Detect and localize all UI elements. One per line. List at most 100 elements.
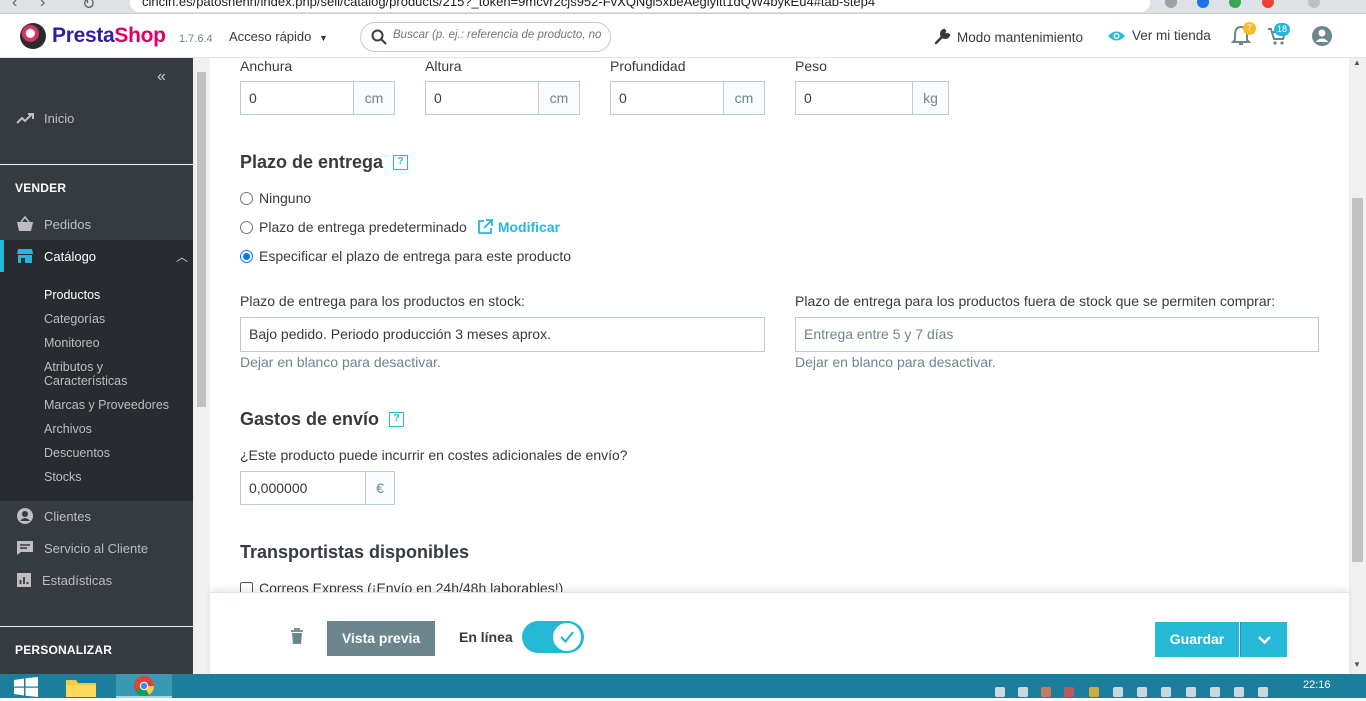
chevron-up-icon: ︿ xyxy=(176,249,189,264)
tray-icon[interactable] xyxy=(1018,687,1028,697)
delivery-option-default[interactable]: Plazo de entrega predeterminado Modifica… xyxy=(240,219,560,235)
submenu-features[interactable]: Características xyxy=(44,374,127,388)
additional-shipping-field[interactable]: 0,000000 € xyxy=(240,471,395,505)
save-options-dropdown[interactable] xyxy=(1240,622,1287,657)
sidebar-scroll-thumb[interactable] xyxy=(197,72,206,407)
modify-link[interactable]: Modificar xyxy=(477,219,560,235)
address-bar[interactable]: cincin.es/patoshenn/index.php/sell/catal… xyxy=(130,0,1150,12)
radio-default[interactable] xyxy=(240,220,253,234)
online-toggle[interactable] xyxy=(522,621,584,653)
windows-start-icon[interactable] xyxy=(13,676,39,698)
forward-icon[interactable]: › xyxy=(40,0,45,12)
tray-icon[interactable] xyxy=(1161,687,1171,697)
scroll-up-arrow-icon[interactable]: ▲ xyxy=(1353,58,1361,67)
taskbar-clock[interactable]: 22:16 xyxy=(1303,679,1331,691)
height-field[interactable]: 0 cm xyxy=(425,81,580,115)
product-shipping-tab: Anchura 0 cm Altura 0 cm Profundidad 0 c… xyxy=(210,58,1350,592)
extension-icon[interactable] xyxy=(1229,0,1241,8)
delivery-option-none[interactable]: Ninguno xyxy=(240,190,311,206)
width-field[interactable]: 0 cm xyxy=(240,81,395,115)
view-store-link[interactable]: Ver mi tienda xyxy=(1107,28,1211,43)
preview-button[interactable]: Vista previa xyxy=(327,621,435,656)
tray-icon[interactable] xyxy=(1210,687,1220,697)
submenu-files[interactable]: Archivos xyxy=(44,422,92,436)
collapse-menu-icon[interactable]: « xyxy=(157,68,166,86)
search-box[interactable] xyxy=(360,22,611,52)
out-of-stock-delivery-input[interactable]: Entrega entre 5 y 7 días xyxy=(795,317,1319,352)
help-icon[interactable]: ? xyxy=(393,155,409,170)
depth-label: Profundidad xyxy=(610,58,686,74)
submenu-products[interactable]: Productos xyxy=(44,288,100,302)
shipping-fees-heading: Gastos de envío ? xyxy=(240,409,405,430)
submenu-attributes[interactable]: Atributos y xyxy=(44,360,103,374)
tray-icon[interactable] xyxy=(1258,687,1268,697)
in-stock-hint: Dejar en blanco para desactivar. xyxy=(240,354,441,370)
tray-icon[interactable] xyxy=(1234,687,1244,697)
help-icon[interactable]: ? xyxy=(389,412,405,427)
delivery-option-specific[interactable]: Especificar el plazo de entrega para est… xyxy=(240,248,571,264)
back-icon[interactable]: ‹ xyxy=(12,0,17,12)
submenu-brands[interactable]: Marcas y Proveedores xyxy=(44,398,169,412)
gmail-icon[interactable] xyxy=(1064,687,1074,697)
search-input[interactable] xyxy=(393,29,605,41)
network-icon[interactable] xyxy=(1113,687,1123,697)
depth-field[interactable]: 0 cm xyxy=(610,81,765,115)
weight-field[interactable]: 0 kg xyxy=(795,81,949,115)
admin-header: PrestaShop 1.7.6.4 Acceso rápido ▼ Modo … xyxy=(0,14,1366,58)
account-icon[interactable] xyxy=(1311,25,1333,47)
trending-up-icon xyxy=(16,113,34,124)
sidebar-item-home[interactable]: Inicio xyxy=(0,102,193,134)
sidebar-item-stats[interactable]: Estadísticas xyxy=(0,564,193,596)
carrier-checkbox[interactable] xyxy=(240,581,253,592)
sidebar-item-label: Inicio xyxy=(44,110,75,126)
page-scroll-thumb[interactable] xyxy=(1352,198,1363,562)
tray-icon[interactable] xyxy=(1089,687,1099,697)
chrome-taskbar-button[interactable] xyxy=(116,674,172,698)
sidebar-item-catalog[interactable]: Catálogo ︿ xyxy=(0,240,193,272)
chrome-icon xyxy=(134,676,155,697)
width-input[interactable]: 0 xyxy=(241,82,353,114)
scroll-down-arrow-icon[interactable]: ▼ xyxy=(1353,660,1361,669)
carrier-option[interactable]: Correos Express (¡Envío en 24h/48h labor… xyxy=(240,580,563,592)
tray-icon[interactable] xyxy=(1137,687,1147,697)
tray-icon[interactable] xyxy=(1041,687,1051,697)
weight-unit: kg xyxy=(912,82,948,114)
quick-access-dropdown[interactable]: Acceso rápido ▼ xyxy=(229,29,328,44)
sidebar-scrollbar[interactable] xyxy=(193,58,210,674)
check-icon xyxy=(560,631,574,644)
sidebar-item-customer-service[interactable]: Servicio al Cliente xyxy=(0,532,193,564)
height-input[interactable]: 0 xyxy=(426,82,538,114)
maintenance-mode-link[interactable]: Modo mantenimiento xyxy=(933,28,1083,46)
depth-input[interactable]: 0 xyxy=(611,82,723,114)
extension-icon[interactable] xyxy=(1262,0,1274,8)
prestashop-logo[interactable]: PrestaShop xyxy=(20,23,166,49)
sidebar-item-customers[interactable]: Clientes xyxy=(0,500,193,532)
sidebar-item-orders[interactable]: Pedidos xyxy=(0,208,193,240)
submenu-stocks[interactable]: Stocks xyxy=(44,470,82,484)
maintenance-label: Modo mantenimiento xyxy=(957,29,1084,45)
extension-icon[interactable] xyxy=(1197,0,1209,8)
radio-specific[interactable] xyxy=(240,249,253,263)
caret-down-icon: ▼ xyxy=(319,33,328,43)
radio-none[interactable] xyxy=(240,191,253,205)
browser-toolbar: ‹ › ↻ cincin.es/patoshenn/index.php/sell… xyxy=(0,0,1366,14)
submenu-discounts[interactable]: Descuentos xyxy=(44,446,110,460)
reload-icon[interactable]: ↻ xyxy=(82,0,95,13)
sidebar-divider xyxy=(0,626,193,627)
extension-icon[interactable] xyxy=(1165,0,1177,8)
additional-shipping-input[interactable]: 0,000000 xyxy=(241,472,365,504)
save-button[interactable]: Guardar xyxy=(1155,622,1239,657)
in-stock-delivery-input[interactable]: Bajo pedido. Periodo producción 3 meses … xyxy=(240,317,765,352)
page-scrollbar[interactable]: ▲ ▼ xyxy=(1349,58,1366,674)
carriers-heading: Transportistas disponibles xyxy=(240,542,469,563)
submenu-categories[interactable]: Categorías xyxy=(44,312,105,326)
tray-icon[interactable] xyxy=(1186,687,1196,697)
file-explorer-icon[interactable] xyxy=(65,676,97,698)
search-icon xyxy=(371,29,387,45)
weight-input[interactable]: 0 xyxy=(796,82,912,114)
speaker-icon[interactable] xyxy=(995,687,1005,697)
trash-icon[interactable] xyxy=(290,628,304,645)
submenu-monitoring[interactable]: Monitoreo xyxy=(44,336,100,350)
profile-icon[interactable] xyxy=(1308,0,1320,8)
version-label: 1.7.6.4 xyxy=(179,33,213,45)
